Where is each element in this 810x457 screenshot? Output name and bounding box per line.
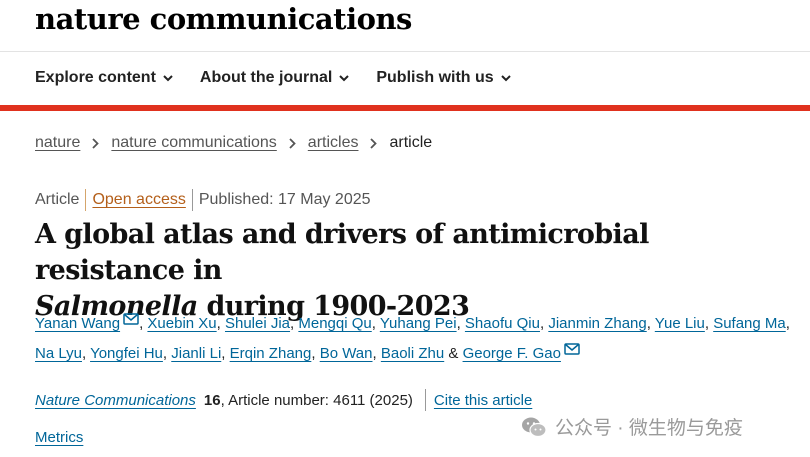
chevron-down-icon: [163, 74, 173, 81]
article-type: Article: [35, 191, 80, 208]
citation-line: Nature Communications 16 , Article numbe…: [35, 389, 532, 411]
article-number: , Article number: 4611 (2025): [220, 391, 413, 409]
author-link[interactable]: Shaofu Qiu: [465, 315, 540, 332]
author-link[interactable]: Erqin Zhang: [230, 345, 312, 362]
title-line-1: A global atlas and drivers of antimicrob…: [35, 219, 649, 286]
breadcrumb-articles[interactable]: articles: [308, 134, 359, 152]
breadcrumb: nature nature communications articles ar…: [35, 134, 432, 152]
author-link[interactable]: Shulei Jia: [225, 315, 290, 332]
author-link[interactable]: Baoli Zhu: [381, 345, 444, 362]
nav-explore-content-label: Explore content: [35, 69, 156, 86]
author-link[interactable]: Mengqi Qu: [298, 315, 371, 332]
open-access-link[interactable]: Open access: [92, 191, 185, 209]
metrics-link[interactable]: Metrics: [35, 429, 83, 446]
author-link[interactable]: Xuebin Xu: [147, 315, 216, 332]
author-list: Yanan Wang, Xuebin Xu, Shulei Jia, Mengq…: [35, 313, 790, 362]
author-link[interactable]: Jianli Li: [171, 345, 221, 362]
author-link[interactable]: Bo Wan: [320, 345, 373, 362]
journal-link[interactable]: Nature Communications: [35, 392, 196, 409]
published-date: Published: 17 May 2025: [198, 191, 371, 208]
site-logo[interactable]: nature communications: [35, 2, 412, 36]
header-accent-bar: [0, 105, 810, 111]
author-link[interactable]: Jianmin Zhang: [548, 315, 646, 332]
chevron-right-icon: [370, 137, 378, 149]
cite-this-article-link[interactable]: Cite this article: [434, 392, 532, 409]
nav-publish-with-us-label: Publish with us: [376, 69, 494, 86]
chevron-right-icon: [92, 137, 100, 149]
author-link[interactable]: George F. Gao: [463, 345, 561, 362]
volume-number: 16: [203, 391, 221, 409]
nav-explore-content[interactable]: Explore content: [35, 69, 173, 87]
email-icon[interactable]: [123, 313, 139, 325]
citation-divider: [424, 389, 426, 411]
wechat-icon: [522, 417, 547, 437]
author-link[interactable]: Yue Liu: [655, 315, 705, 332]
author-link[interactable]: Yanan Wang: [35, 315, 120, 332]
chevron-down-icon: [339, 74, 350, 81]
watermark: 公众号 · 微生物与免疫: [521, 413, 743, 440]
main-nav: Explore content About the journal Publis…: [35, 69, 511, 87]
chevron-right-icon: [289, 137, 296, 149]
chevron-down-icon: [500, 74, 511, 81]
author-link[interactable]: Yuhang Pei: [380, 315, 457, 332]
nav-about-journal-label: About the journal: [199, 69, 333, 86]
watermark-text: 公众号 · 微生物与免疫: [555, 418, 743, 439]
header-divider: [0, 51, 810, 52]
author-link[interactable]: Na Lyu: [35, 345, 82, 362]
breadcrumb-nature[interactable]: nature: [35, 134, 80, 152]
email-icon[interactable]: [564, 343, 580, 355]
nav-publish-with-us[interactable]: Publish with us: [376, 69, 511, 87]
nav-about-journal[interactable]: About the journal: [199, 69, 350, 87]
author-link[interactable]: Sufang Ma: [713, 315, 786, 332]
breadcrumb-current: article: [389, 134, 433, 151]
meta-divider: [191, 189, 193, 211]
article-meta: Article Open access Published: 17 May 20…: [35, 189, 371, 211]
meta-divider: [85, 189, 87, 211]
breadcrumb-nature-communications[interactable]: nature communications: [111, 134, 276, 152]
author-link[interactable]: Yongfei Hu: [90, 345, 163, 362]
